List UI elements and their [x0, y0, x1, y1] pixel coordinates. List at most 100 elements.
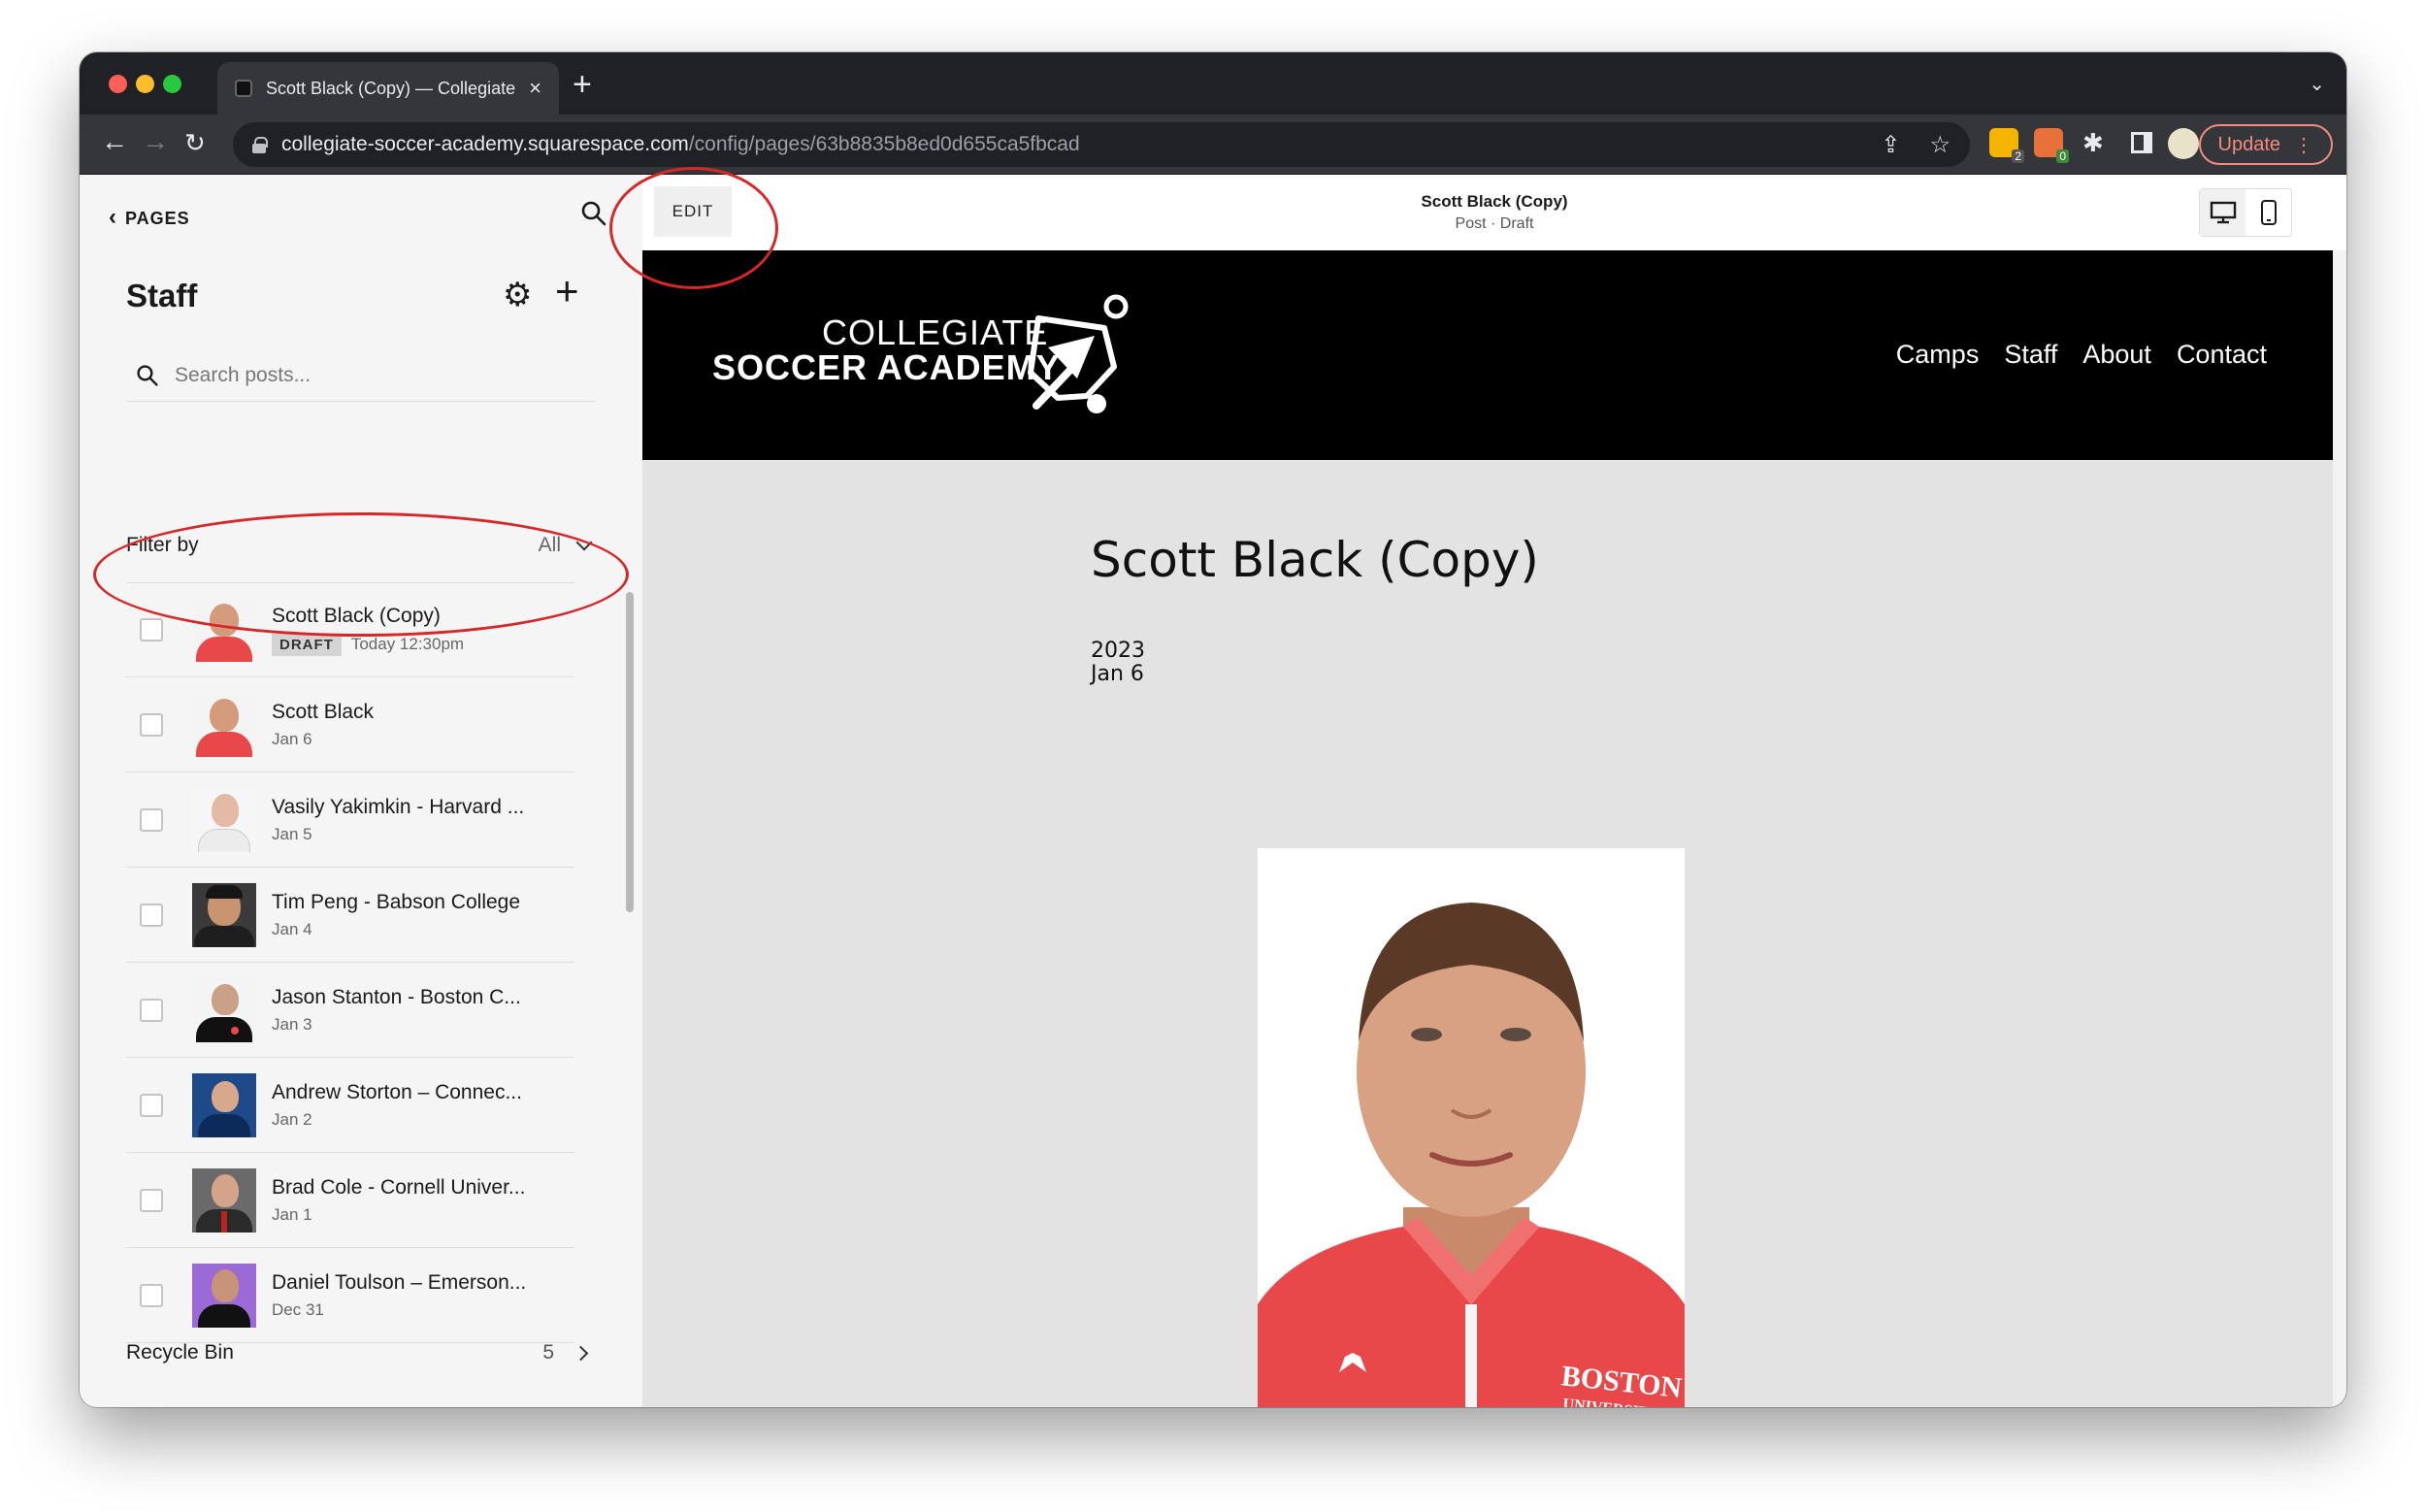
- post-checkbox[interactable]: [140, 807, 163, 832]
- search-icon[interactable]: [580, 200, 607, 227]
- nav-link-about[interactable]: About: [2082, 340, 2151, 370]
- extension-badge: 0: [2056, 149, 2069, 163]
- close-window-button[interactable]: [109, 75, 127, 93]
- post-checkbox[interactable]: [140, 903, 163, 927]
- post-date: Jan 3: [272, 1014, 312, 1034]
- profile-avatar[interactable]: [2168, 128, 2199, 159]
- forward-arrow-icon[interactable]: →: [142, 126, 169, 157]
- tab-search-chevron-icon[interactable]: ⌄: [2309, 72, 2325, 96]
- update-label: Update: [2217, 133, 2281, 155]
- post-checkbox[interactable]: [140, 618, 163, 641]
- site-nav: Camps Staff About Contact: [1896, 340, 2267, 370]
- logo-text-bottom: SOCCER ACADEMY: [712, 347, 1061, 387]
- chevron-right-icon: [573, 1345, 589, 1361]
- search-posts-field: [126, 349, 596, 402]
- post-thumbnail: [192, 1167, 256, 1233]
- update-button[interactable]: Update ⋮: [2198, 124, 2333, 165]
- list-item[interactable]: Scott Black Jan 6: [126, 677, 574, 772]
- post-thumbnail: [192, 1263, 256, 1328]
- chevron-down-icon: [575, 534, 593, 551]
- bookmark-star-icon[interactable]: ☆: [1929, 131, 1951, 159]
- post-date: Jan 6: [1091, 662, 1144, 686]
- browser-tab[interactable]: Scott Black (Copy) — Collegiate ×: [217, 62, 559, 115]
- preview-toolbar: EDIT Scott Black (Copy) Post · Draft ↗: [642, 175, 2346, 250]
- post-title: Daniel Toulson – Emerson...: [272, 1270, 527, 1294]
- post-thumbnail: [192, 787, 256, 852]
- preview-status: Post · Draft: [1455, 215, 1534, 232]
- mobile-icon: [2260, 200, 2277, 225]
- filter-label: Filter by: [126, 534, 199, 556]
- list-item[interactable]: Jason Stanton - Boston C... Jan 3: [126, 963, 574, 1058]
- soccer-player-logo-icon[interactable]: [1019, 289, 1135, 425]
- sidebar-scrollbar[interactable]: [626, 592, 634, 912]
- post-date: Today 12:30pm: [350, 635, 465, 653]
- post-list: Scott Black (Copy) DRAFT Today 12:30pm S…: [126, 582, 574, 1359]
- site-header: COLLEGIATE SOCCER ACADEMY Camps Staff Ab…: [642, 250, 2333, 460]
- add-post-button[interactable]: +: [555, 268, 579, 314]
- post-checkbox[interactable]: [140, 998, 163, 1022]
- nav-link-camps[interactable]: Camps: [1896, 340, 1980, 370]
- new-tab-button[interactable]: +: [573, 66, 592, 104]
- list-item[interactable]: Tim Peng - Babson College Jan 4: [126, 868, 574, 963]
- list-item[interactable]: Daniel Toulson – Emerson... Dec 31: [126, 1248, 574, 1343]
- post-title: Jason Stanton - Boston C...: [272, 985, 521, 1008]
- address-bar[interactable]: collegiate-soccer-academy.squarespace.co…: [233, 122, 1970, 167]
- desktop-view-button[interactable]: [2200, 189, 2246, 236]
- nav-link-staff[interactable]: Staff: [2004, 340, 2057, 370]
- post-checkbox[interactable]: [140, 1283, 163, 1307]
- tab-title: Scott Black (Copy) — Collegiate: [266, 78, 516, 98]
- search-icon: [137, 364, 158, 386]
- desktop-icon: [2210, 201, 2236, 224]
- post-year: 2023: [1091, 639, 1145, 663]
- list-item[interactable]: Andrew Storton – Connec... Jan 2: [126, 1058, 574, 1153]
- recycle-bin-link[interactable]: Recycle Bin 5: [126, 1341, 596, 1364]
- draft-badge: DRAFT: [272, 633, 342, 656]
- back-arrow-icon[interactable]: ←: [101, 126, 128, 157]
- post-date: Jan 4: [272, 919, 312, 938]
- minimize-window-button[interactable]: [136, 75, 154, 93]
- staff-photo: BOSTON UNIVERSITY: [1258, 848, 1685, 1407]
- post-thumbnail: [192, 1072, 256, 1137]
- reload-icon[interactable]: ↻: [184, 128, 206, 158]
- filter-row[interactable]: Filter by All: [126, 534, 596, 557]
- maximize-window-button[interactable]: [163, 75, 181, 93]
- pages-sidebar: ‹ PAGES Staff ⚙ + Filter by All: [80, 175, 642, 1407]
- extension-orange-icon[interactable]: 0: [2034, 128, 2069, 163]
- device-toggle: [2199, 188, 2292, 237]
- share-icon[interactable]: ⇪: [1881, 131, 1900, 159]
- list-item[interactable]: Brad Cole - Cornell Univer... Jan 1: [126, 1153, 574, 1248]
- browser-window: Scott Black (Copy) — Collegiate × + ⌄ ← …: [80, 52, 2346, 1407]
- collection-title: Staff: [126, 278, 198, 313]
- recycle-bin-count: 5: [542, 1341, 554, 1364]
- mobile-view-button[interactable]: [2246, 189, 2291, 236]
- filter-value: All: [538, 534, 561, 556]
- recycle-bin-label: Recycle Bin: [126, 1341, 234, 1364]
- gear-icon[interactable]: ⚙: [503, 276, 532, 314]
- post-thumbnail: [192, 598, 256, 662]
- back-label: PAGES: [125, 209, 190, 228]
- lock-icon: [252, 137, 268, 153]
- post-checkbox[interactable]: [140, 1093, 163, 1117]
- post-title: Andrew Storton – Connec...: [272, 1080, 522, 1103]
- site-preview: COLLEGIATE SOCCER ACADEMY Camps Staff Ab…: [642, 250, 2333, 1407]
- nav-link-contact[interactable]: Contact: [2177, 340, 2267, 370]
- post-title: Brad Cole - Cornell Univer...: [272, 1175, 526, 1199]
- back-to-pages-link[interactable]: ‹ PAGES: [109, 204, 190, 231]
- post-checkbox[interactable]: [140, 712, 163, 737]
- search-posts-input[interactable]: [175, 363, 563, 387]
- list-item[interactable]: Vasily Yakimkin - Harvard ... Jan 5: [126, 772, 574, 868]
- extensions-puzzle-icon[interactable]: ✱: [2082, 128, 2104, 158]
- post-date: Dec 31: [272, 1299, 324, 1319]
- post-title: Tim Peng - Babson College: [272, 890, 521, 913]
- side-panel-icon[interactable]: [2131, 132, 2152, 153]
- extension-notes-icon[interactable]: 2: [1989, 128, 2024, 163]
- post-title: Scott Black: [272, 700, 375, 723]
- staff-portrait: BOSTON UNIVERSITY: [1258, 848, 1685, 1407]
- post-date: Jan 6: [272, 729, 312, 748]
- browser-tab-bar: Scott Black (Copy) — Collegiate × + ⌄: [80, 52, 2346, 115]
- close-tab-icon[interactable]: ×: [529, 76, 541, 101]
- list-item[interactable]: Scott Black (Copy) DRAFT Today 12:30pm: [126, 582, 574, 677]
- post-checkbox[interactable]: [140, 1188, 163, 1212]
- post-title: Vasily Yakimkin - Harvard ...: [272, 795, 525, 818]
- post-date: Jan 2: [272, 1109, 312, 1129]
